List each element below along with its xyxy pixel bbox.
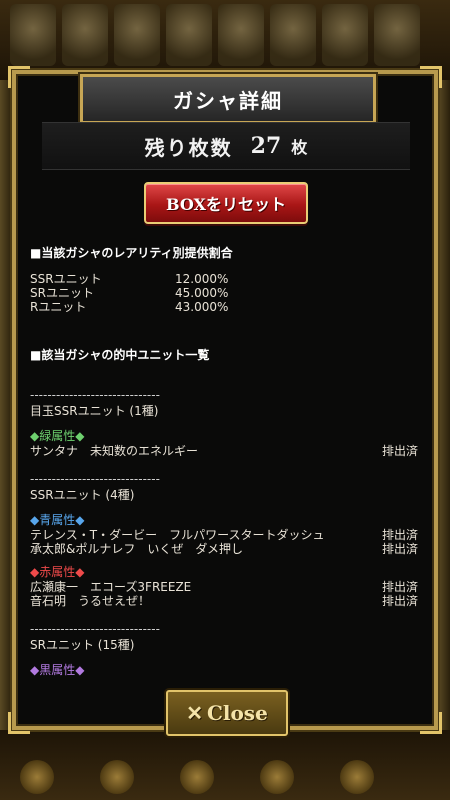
attribute-label-purple: ◆黒属性◆ — [30, 663, 85, 677]
dialog-title: ガシャ詳細 — [80, 74, 376, 124]
unit-row: サンタナ 未知数のエネルギー 排出済 — [30, 444, 430, 458]
character-stamp-icon — [374, 4, 420, 66]
unit-name: サンタナ 未知数のエネルギー — [30, 444, 199, 458]
unit-row: テレンス・T・ダービー フルパワースタートダッシュ 排出済 — [30, 528, 430, 542]
character-stamp-icon — [62, 4, 108, 66]
emblem-icon — [340, 760, 374, 794]
footer-decoration — [0, 730, 450, 800]
rate-row: Rユニット 43.000% — [30, 300, 430, 314]
right-frame-decoration — [438, 80, 450, 730]
units-heading: ■該当ガシャの的中ユニット一覧 — [30, 348, 210, 362]
emblem-icon — [180, 760, 214, 794]
remaining-label: 残り枚数 — [144, 135, 233, 160]
close-button[interactable]: ✕ Close — [166, 690, 288, 736]
character-stamp-icon — [218, 4, 264, 66]
emblem-icon — [260, 760, 294, 794]
rate-name: Rユニット — [30, 300, 87, 314]
unit-row: 音石明 うるせえぜ！ 排出済 — [30, 594, 430, 608]
frame-corner — [8, 66, 30, 88]
rate-value: 43.000% — [175, 300, 229, 314]
character-stamp-icon — [322, 4, 368, 66]
character-stamp-icon — [166, 4, 212, 66]
attribute-label-green: ◆緑属性◆ — [30, 429, 85, 443]
rate-name: SSRユニット — [30, 272, 102, 286]
sr-group-title: SRユニット (15種) — [30, 638, 135, 652]
unit-name: 承太郎&ポルナレフ いくぜ ダメ押し — [30, 542, 243, 556]
rate-name: SRユニット — [30, 286, 94, 300]
detail-scroll-area[interactable]: ■当該ガシャのレアリティ別提供割合 SSRユニット 12.000% SRユニット… — [30, 246, 430, 698]
unit-name: 音石明 うるせえぜ！ — [30, 594, 151, 608]
header-decoration — [0, 0, 450, 80]
rate-row: SRユニット 45.000% — [30, 286, 430, 300]
remaining-unit: 枚 — [291, 138, 308, 157]
close-x-icon: ✕ — [186, 701, 203, 725]
remaining-count-panel: 残り枚数 27 枚 — [42, 122, 410, 170]
rate-value: 45.000% — [175, 286, 229, 300]
emblem-icon — [100, 760, 134, 794]
divider: ------------------------------ — [30, 622, 160, 636]
unit-status: 排出済 — [381, 542, 418, 556]
unit-status: 排出済 — [381, 444, 418, 458]
reset-box-button[interactable]: BOXをリセット — [144, 182, 308, 224]
unit-row: 承太郎&ポルナレフ いくぜ ダメ押し 排出済 — [30, 542, 430, 556]
rates-heading: ■当該ガシャのレアリティ別提供割合 — [30, 246, 233, 260]
rate-value: 12.000% — [175, 272, 229, 286]
unit-status: 排出済 — [381, 580, 418, 594]
character-stamp-icon — [270, 4, 316, 66]
rate-row: SSRユニット 12.000% — [30, 272, 430, 286]
left-frame-decoration — [0, 80, 12, 730]
unit-name: 広瀬康一 エコーズ3FREEZE — [30, 580, 192, 594]
remaining-value: 27 — [250, 133, 282, 159]
divider: ------------------------------ — [30, 388, 160, 402]
attribute-label-red: ◆赤属性◆ — [30, 565, 85, 579]
emblem-icon — [20, 760, 54, 794]
frame-corner — [8, 712, 30, 734]
unit-row: 広瀬康一 エコーズ3FREEZE 排出済 — [30, 580, 430, 594]
attribute-label-blue: ◆青属性◆ — [30, 513, 85, 527]
frame-corner — [420, 66, 442, 88]
divider: ------------------------------ — [30, 472, 160, 486]
ssr-group-title: SSRユニット (4種) — [30, 488, 135, 502]
close-label: Close — [206, 701, 268, 725]
unit-name: テレンス・T・ダービー フルパワースタートダッシュ — [30, 528, 325, 542]
character-stamp-icon — [114, 4, 160, 66]
unit-status: 排出済 — [381, 528, 418, 542]
featured-group-title: 目玉SSRユニット (1種) — [30, 404, 159, 418]
frame-corner — [420, 712, 442, 734]
character-stamp-icon — [10, 4, 56, 66]
unit-status: 排出済 — [381, 594, 418, 608]
